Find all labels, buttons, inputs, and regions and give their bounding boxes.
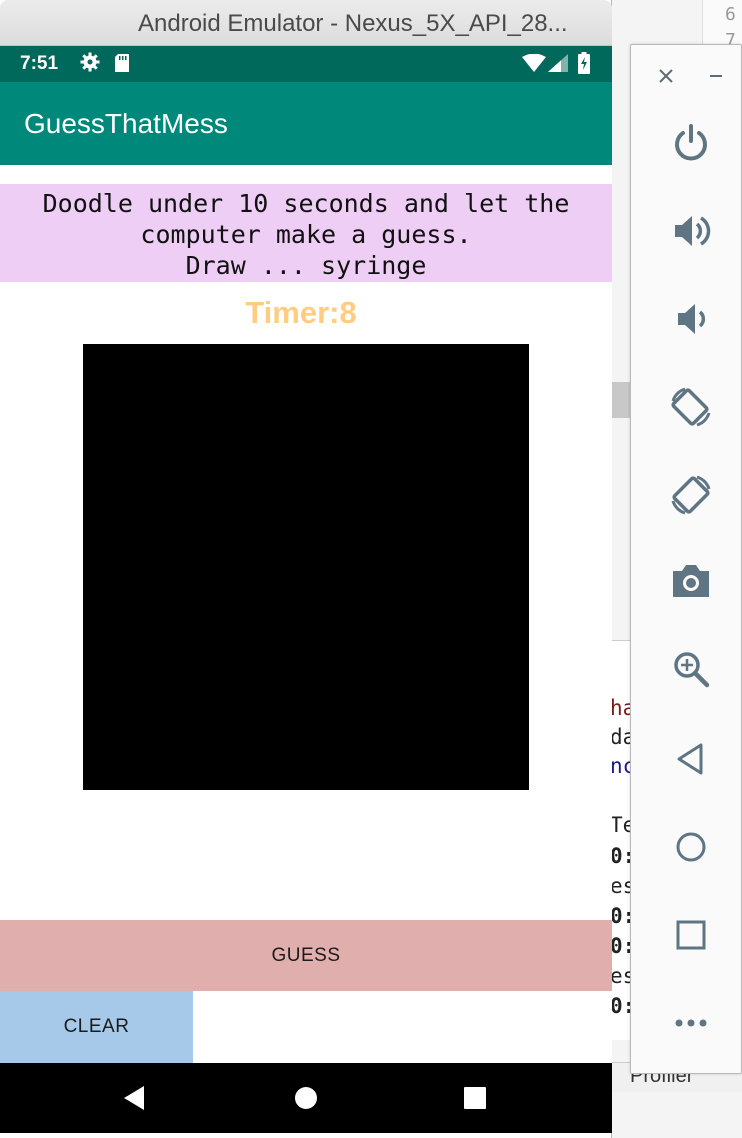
android-status-bar: 7:51 — [0, 46, 612, 82]
more-icon[interactable] — [667, 999, 715, 1047]
android-nav-bar — [0, 1063, 612, 1133]
code-fragment: da — [610, 725, 632, 749]
line-number: 6 — [725, 4, 736, 25]
nav-back-icon[interactable] — [122, 1085, 148, 1111]
code-fragment: es — [610, 874, 632, 898]
volume-down-icon[interactable] — [667, 295, 715, 343]
code-fragment: Te — [610, 813, 632, 837]
drawing-canvas[interactable] — [83, 344, 529, 790]
code-fragment: ha — [610, 696, 632, 720]
instruction-line: Doodle under 10 seconds and let the — [42, 189, 570, 218]
signal-icon — [548, 54, 568, 72]
ide-scrollbar[interactable] — [612, 382, 632, 418]
nav-overview-icon[interactable] — [462, 1085, 488, 1111]
clear-button[interactable]: CLEAR — [0, 991, 193, 1063]
app-content: Doodle under 10 seconds and let the comp… — [0, 165, 612, 1063]
status-time: 7:51 — [20, 53, 59, 74]
nav-home-icon[interactable] — [293, 1085, 319, 1111]
code-fragment: 0: — [610, 934, 632, 958]
draw-prompt: Draw ... syringe — [185, 251, 427, 280]
code-fragment: 0: — [610, 904, 632, 928]
settings-gear-icon — [80, 52, 100, 72]
home-icon[interactable] — [667, 823, 715, 871]
emulator-side-toolbar — [630, 44, 742, 1074]
timer-label: Timer:8 — [245, 295, 357, 330]
back-icon[interactable] — [667, 735, 715, 783]
code-fragment: nc — [610, 754, 632, 778]
zoom-icon[interactable] — [667, 645, 715, 693]
window-title-bar[interactable]: Android Emulator - Nexus_5X_API_28... — [0, 0, 612, 46]
code-fragment: 0: — [610, 844, 632, 868]
guess-button[interactable]: GUESS — [0, 920, 612, 991]
wifi-icon — [522, 54, 546, 72]
app-toolbar: GuessThatMess — [0, 82, 612, 165]
instructions-banner: Doodle under 10 seconds and let the comp… — [0, 184, 612, 282]
ide-code-area: ha da nc Te 0: es 0: 0: es 0: — [610, 640, 632, 1040]
volume-up-icon[interactable] — [667, 207, 715, 255]
screen: 6 7 ha da nc Te 0: es 0: 0: es 0: Profil… — [0, 0, 742, 1138]
code-fragment: 0: — [610, 994, 632, 1018]
minimize-icon[interactable] — [705, 65, 727, 87]
camera-icon[interactable] — [667, 557, 715, 605]
rotate-left-icon[interactable] — [667, 383, 715, 431]
battery-charging-icon — [578, 52, 590, 74]
emulator-window: Android Emulator - Nexus_5X_API_28... 7:… — [0, 0, 612, 1138]
close-icon[interactable] — [655, 65, 677, 87]
power-icon[interactable] — [667, 119, 715, 167]
app-title: GuessThatMess — [24, 108, 228, 139]
code-fragment: es — [610, 964, 632, 988]
window-title: Android Emulator - Nexus_5X_API_28... — [138, 10, 568, 37]
overview-icon[interactable] — [667, 911, 715, 959]
sd-card-icon — [115, 54, 129, 72]
rotate-right-icon[interactable] — [667, 471, 715, 519]
instruction-line: computer make a guess. — [140, 220, 472, 249]
